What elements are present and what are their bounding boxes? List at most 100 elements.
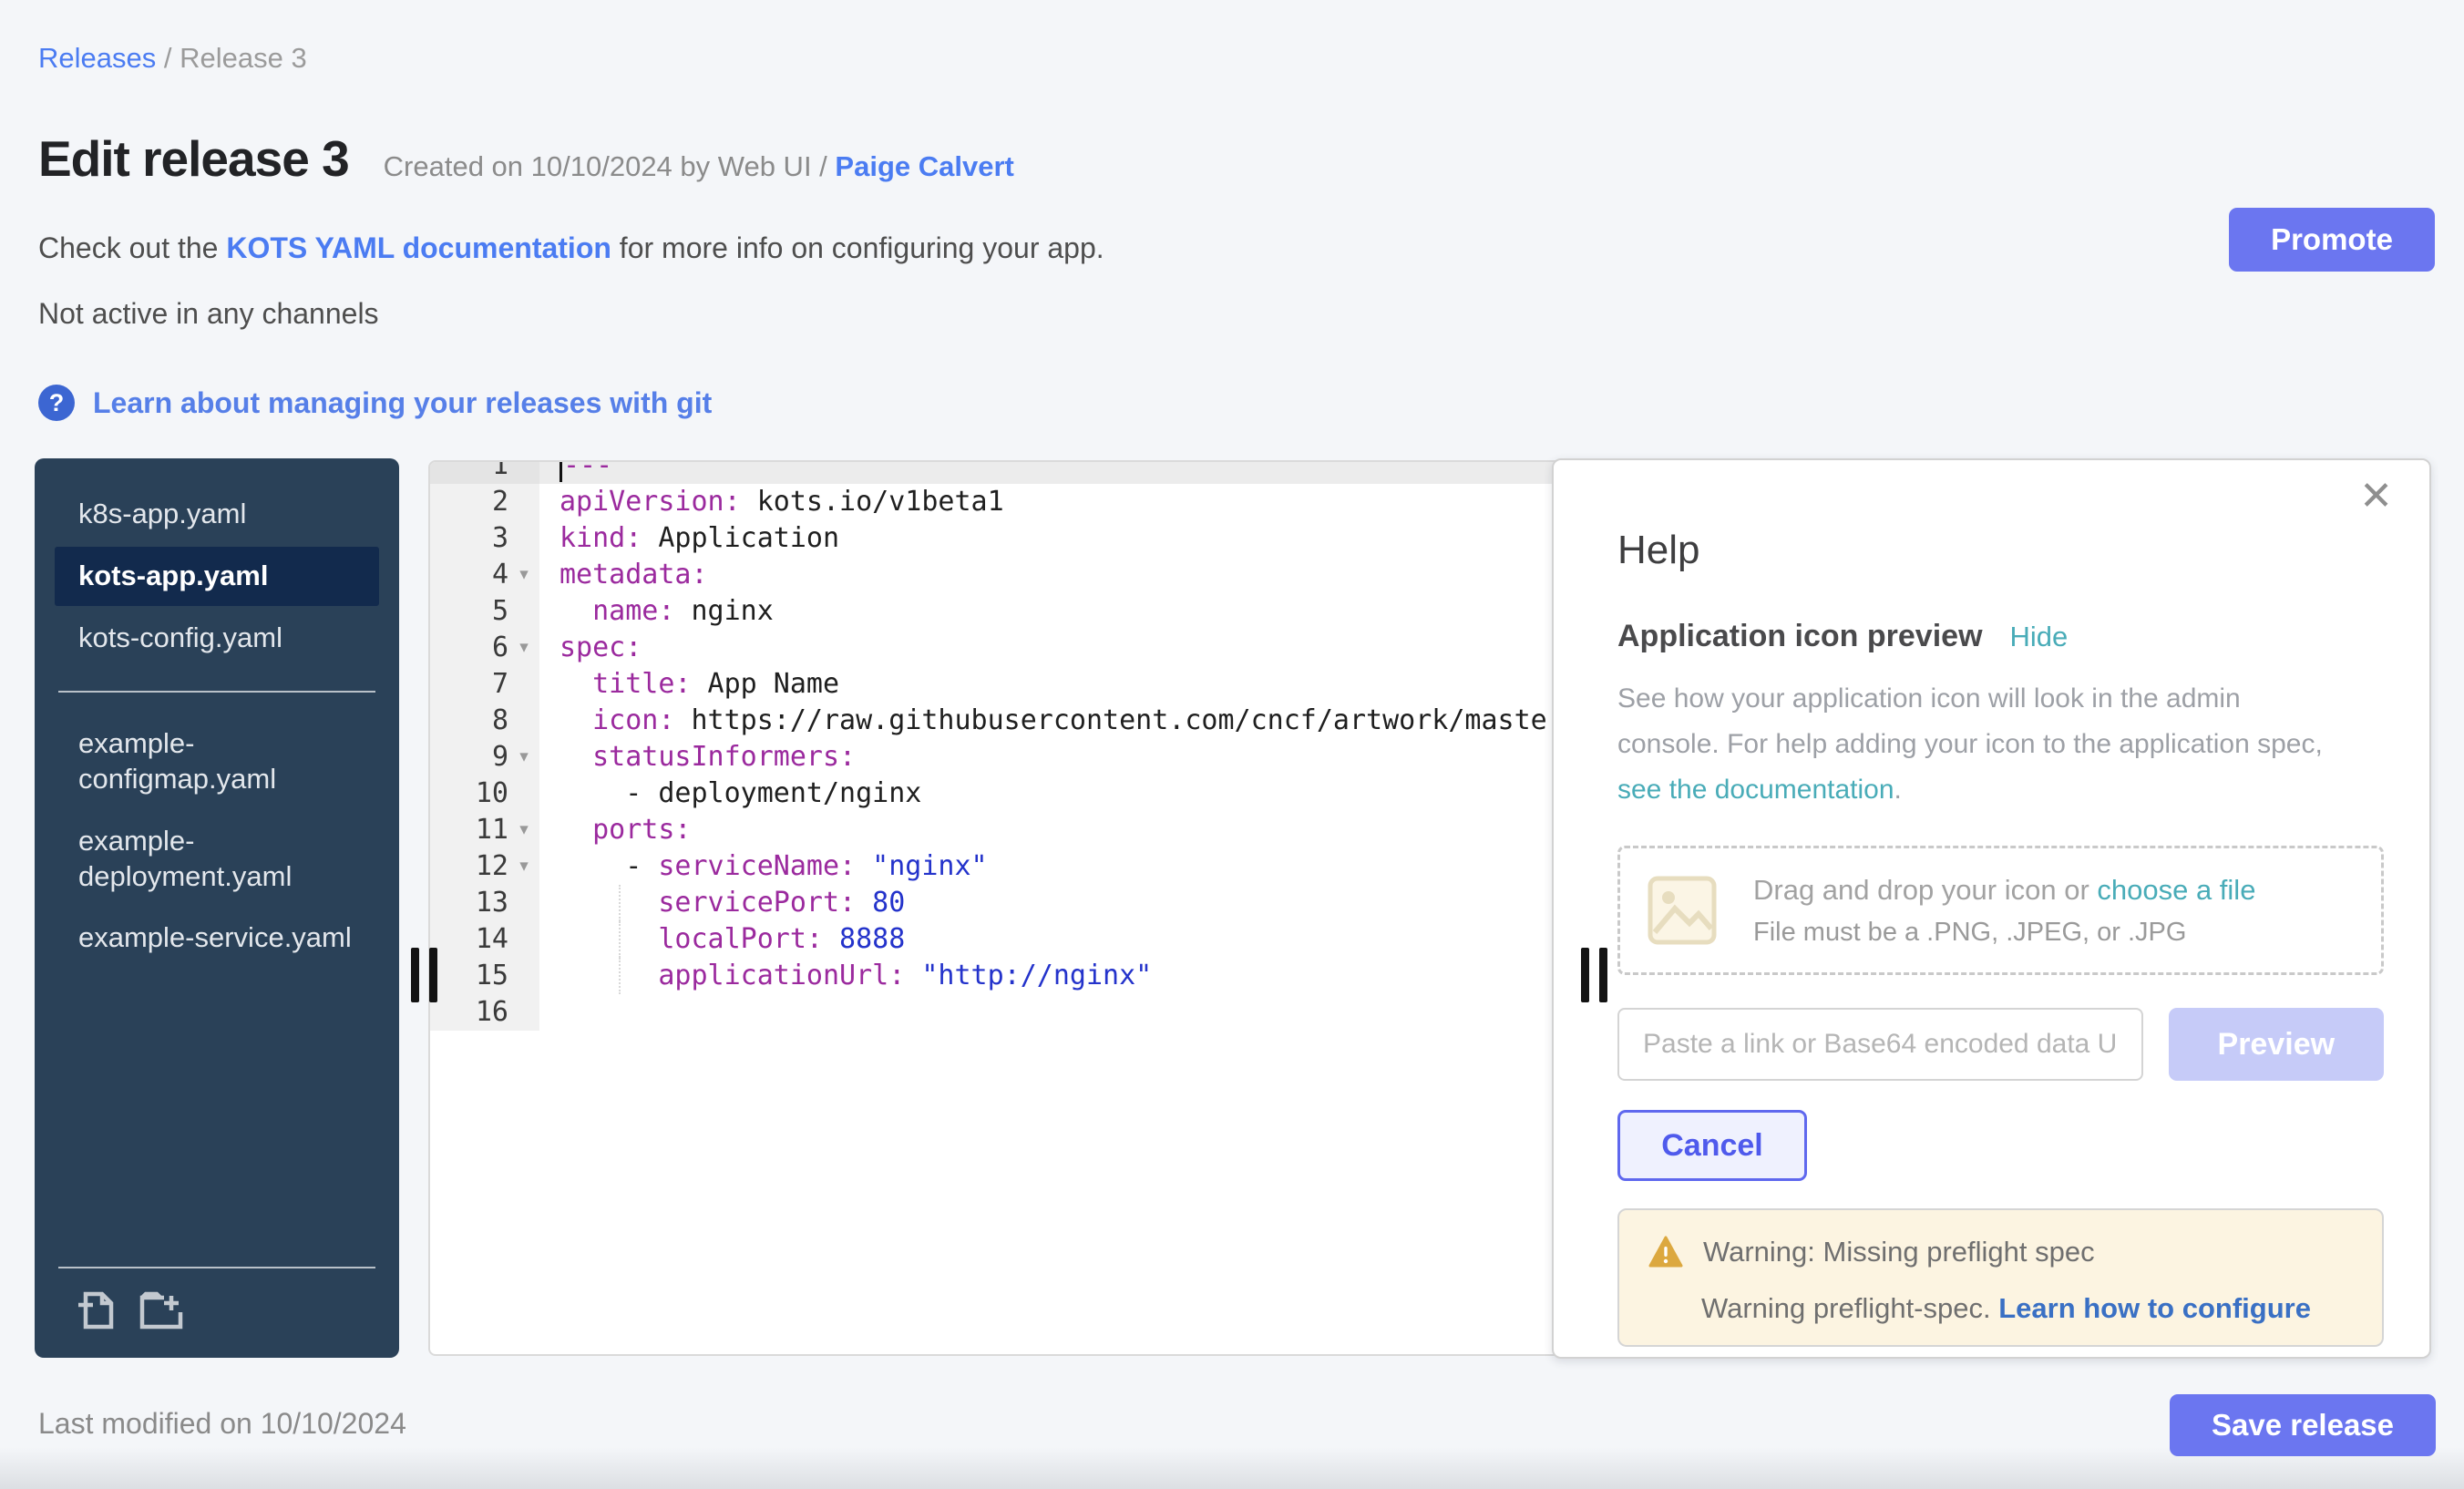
image-placeholder-icon: [1648, 876, 1717, 945]
pane-resize-handle-left[interactable]: [411, 948, 437, 1002]
line-number: 1: [492, 460, 508, 484]
editor-line-9[interactable]: 9▾ statusInformers:: [430, 739, 1575, 775]
description-end: .: [1894, 775, 1902, 805]
yaml-token: 80: [856, 887, 905, 919]
workspace: k8s-app.yamlkots-app.yamlkots-config.yam…: [35, 458, 2431, 1359]
editor-line-1[interactable]: 1 ---: [430, 460, 1575, 484]
new-file-icon[interactable]: [75, 1289, 117, 1330]
line-number: 11: [476, 812, 508, 848]
editor-gutter-cell: 4▾: [430, 557, 539, 593]
release-editor-page: Releases / Release 3 Edit release 3 Crea…: [0, 0, 2464, 1489]
editor-line-14[interactable]: 14 localPort: 8888: [430, 921, 1575, 958]
fold-arrow-icon[interactable]: ▾: [508, 812, 539, 848]
yaml-token: servicePort:: [658, 887, 856, 919]
editor-line-7[interactable]: 7 title: App Name: [430, 666, 1575, 703]
editor-gutter-cell: 11▾: [430, 812, 539, 848]
editor-line-3[interactable]: 3 kind: Application: [430, 520, 1575, 557]
indent-guide: [619, 885, 621, 921]
yaml-token: [560, 960, 658, 991]
editor-gutter-cell: 1: [430, 460, 539, 484]
question-icon: ?: [38, 385, 75, 421]
editor-gutter-cell: 7: [430, 666, 539, 703]
editor-line-5[interactable]: 5 name: nginx: [430, 593, 1575, 630]
editor-code-cell: apiVersion: kots.io/v1beta1: [539, 484, 1575, 520]
fold-arrow-icon[interactable]: ▾: [508, 630, 539, 666]
hide-link[interactable]: Hide: [2010, 621, 2069, 653]
warning-row2: Warning preflight-spec. Learn how to con…: [1648, 1292, 2349, 1325]
editor-line-4[interactable]: 4▾ metadata:: [430, 557, 1575, 593]
editor-line-16[interactable]: 16: [430, 994, 1575, 1031]
learn-configure-link[interactable]: Learn how to configure: [1998, 1292, 2311, 1324]
see-documentation-link[interactable]: see the documentation: [1617, 775, 1894, 805]
yaml-token: statusInformers:: [592, 741, 856, 773]
yaml-token: [560, 595, 592, 627]
editor-code-cell: kind: Application: [539, 520, 1575, 557]
drag-drop-text: Drag and drop your icon or: [1753, 874, 2097, 906]
icon-url-input[interactable]: [1617, 1008, 2143, 1081]
git-releases-link[interactable]: Learn about managing your releases with …: [93, 386, 712, 420]
yaml-token: ---: [563, 460, 612, 481]
sidebar-bottom-divider: [58, 1267, 375, 1268]
editor-line-15[interactable]: 15 applicationUrl: "http://nginx": [430, 958, 1575, 994]
editor-line-6[interactable]: 6▾spec:: [430, 630, 1575, 666]
editor-gutter-cell: 5: [430, 593, 539, 630]
yaml-editor[interactable]: 1 --- 2 apiVersion: kots.io/v1beta1 3 kind: A…: [428, 460, 1576, 1356]
kots-yaml-doc-link[interactable]: KOTS YAML documentation: [226, 231, 611, 264]
warning-triangle-icon: [1648, 1236, 1683, 1268]
preview-button[interactable]: Preview: [2169, 1008, 2384, 1081]
dropzone-text: Drag and drop your icon or choose a file…: [1753, 874, 2255, 948]
pane-resize-handle-right[interactable]: [1581, 948, 1607, 1002]
help-title: Help: [1617, 528, 2384, 573]
file-tree-item-example-deployment.yaml[interactable]: example-deployment.yaml: [55, 812, 379, 907]
editor-code-cell: statusInformers:: [539, 739, 1575, 775]
promote-button[interactable]: Promote: [2229, 208, 2435, 272]
close-icon[interactable]: ✕: [2359, 477, 2393, 517]
editor-line-10[interactable]: 10 - deployment/nginx: [430, 775, 1575, 812]
file-tree: k8s-app.yamlkots-app.yamlkots-config.yam…: [35, 482, 399, 970]
file-tree-item-example-configmap.yaml[interactable]: example-configmap.yaml: [55, 714, 379, 809]
yaml-token: nginx: [674, 595, 773, 627]
warning-title: Warning: Missing preflight spec: [1703, 1236, 2095, 1268]
file-tree-item-kots-app.yaml[interactable]: kots-app.yaml: [55, 547, 379, 606]
editor-line-12[interactable]: 12▾ - serviceName: "nginx": [430, 848, 1575, 885]
editor-line-2[interactable]: 2 apiVersion: kots.io/v1beta1: [430, 484, 1575, 520]
editor-gutter-cell: 6▾: [430, 630, 539, 666]
yaml-token: icon:: [592, 704, 674, 736]
fold-arrow-icon[interactable]: ▾: [508, 557, 539, 593]
breadcrumb-releases-link[interactable]: Releases: [38, 42, 156, 74]
line-number: 16: [476, 994, 508, 1031]
editor-line-13[interactable]: 13 servicePort: 80: [430, 885, 1575, 921]
description-text: See how your application icon will look …: [1617, 683, 2323, 759]
file-tree-item-example-service.yaml[interactable]: example-service.yaml: [55, 909, 379, 968]
new-folder-icon[interactable]: [137, 1289, 184, 1330]
sidebar-bottom: [35, 1243, 399, 1340]
file-tree-item-kots-config.yaml[interactable]: kots-config.yaml: [55, 609, 379, 668]
choose-file-link[interactable]: choose a file: [2097, 874, 2255, 906]
help-description: See how your application icon will look …: [1617, 676, 2328, 813]
icon-dropzone[interactable]: Drag and drop your icon or choose a file…: [1617, 846, 2384, 975]
editor-code-cell: localPort: 8888: [539, 921, 1575, 958]
yaml-token: metadata:: [560, 559, 708, 590]
editor-line-8[interactable]: 8 icon: https://raw.githubusercontent.co…: [430, 703, 1575, 739]
yaml-token: serviceName:: [658, 850, 856, 882]
created-by-link[interactable]: Paige Calvert: [835, 150, 1013, 182]
yaml-token: kots.io/v1beta1: [741, 486, 1004, 518]
yaml-token: Application: [642, 522, 839, 554]
yaml-token: "nginx": [856, 850, 988, 882]
file-tree-item-k8s-app.yaml[interactable]: k8s-app.yaml: [55, 485, 379, 544]
editor-line-11[interactable]: 11▾ ports:: [430, 812, 1575, 848]
breadcrumb-current: Release 3: [180, 42, 307, 74]
git-help-row[interactable]: ? Learn about managing your releases wit…: [38, 385, 712, 421]
yaml-token: localPort:: [658, 923, 823, 955]
line-number: 2: [492, 484, 508, 520]
editor-code-cell: metadata:: [539, 557, 1575, 593]
line-number: 8: [492, 703, 508, 739]
fold-arrow-icon[interactable]: ▾: [508, 848, 539, 885]
doc-prefix: Check out the: [38, 231, 226, 264]
fold-arrow-icon[interactable]: ▾: [508, 739, 539, 775]
line-number: 12: [476, 848, 508, 885]
cancel-button[interactable]: Cancel: [1617, 1110, 1807, 1181]
line-number: 3: [492, 520, 508, 557]
save-release-button[interactable]: Save release: [2170, 1394, 2436, 1456]
line-number: 14: [476, 921, 508, 958]
